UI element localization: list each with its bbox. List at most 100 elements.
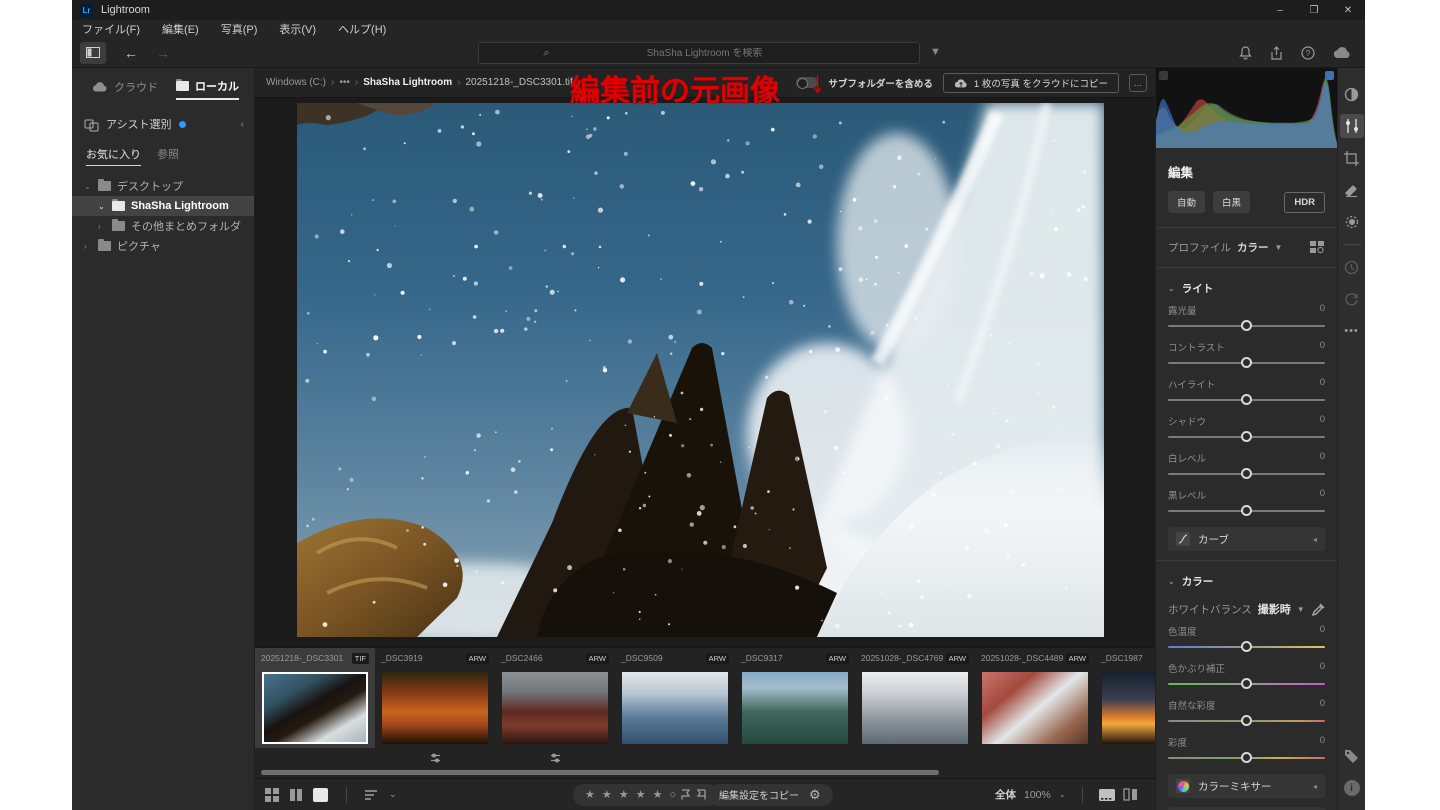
filmstrip-item[interactable]: _DSC3919ARW	[375, 648, 495, 748]
tab-browse[interactable]: 参照	[157, 146, 179, 166]
slider-knob[interactable]	[1241, 320, 1252, 331]
edit-button[interactable]	[1340, 114, 1364, 138]
eyedropper-icon[interactable]	[1312, 603, 1325, 616]
filmstrip-item[interactable]: _DSC9509ARW	[615, 648, 735, 748]
search-box[interactable]: ⌕	[478, 42, 920, 64]
thumbnail[interactable]	[622, 672, 728, 744]
flag-reject-icon[interactable]	[696, 789, 706, 800]
copy-to-cloud-button[interactable]: 1 枚の写真 をクラウドにコピー	[943, 73, 1119, 93]
chevron-down-icon[interactable]: ⌄	[84, 182, 92, 191]
healing-button[interactable]	[1340, 178, 1364, 202]
chevron-down-icon[interactable]: ⌄	[98, 202, 106, 211]
chevron-right-icon[interactable]: ›	[98, 222, 106, 231]
back-button[interactable]: ←	[124, 45, 138, 61]
cloud-sync-icon[interactable]	[1333, 47, 1351, 59]
filmstrip-item[interactable]: 20251028-_DSC4769ARW	[855, 648, 975, 748]
tree-item-pictures[interactable]: › ピクチャ	[72, 236, 254, 256]
chevron-down-icon[interactable]: ⌄	[389, 789, 397, 800]
color-label-circle-icon[interactable]: ○	[670, 789, 677, 801]
slider-knob[interactable]	[1241, 678, 1252, 689]
browse-profiles-icon[interactable]	[1310, 241, 1325, 254]
chevron-down-icon[interactable]: ⌄	[1168, 284, 1175, 293]
histogram[interactable]	[1156, 68, 1337, 148]
chevron-right-icon[interactable]: ›	[84, 242, 92, 251]
breadcrumb-ellipsis[interactable]: •••	[339, 77, 350, 88]
profile-value[interactable]: カラー	[1237, 240, 1269, 255]
filmstrip-toggle-icon[interactable]	[1099, 789, 1115, 801]
filter-icon[interactable]: ▼	[930, 46, 941, 58]
curve-row[interactable]: カーブ ◂	[1168, 527, 1325, 551]
tree-item-shasha-lightroom[interactable]: ⌄ ShaSha Lightroom	[72, 196, 254, 216]
versions-button[interactable]	[1340, 287, 1364, 311]
search-input[interactable]	[555, 48, 855, 59]
assist-culling-row[interactable]: アシスト選別 ‹	[72, 106, 254, 140]
tree-item-desktop[interactable]: ⌄ デスクトップ	[72, 176, 254, 196]
more-options-button[interactable]: …	[1129, 74, 1147, 92]
thumbnail[interactable]	[502, 672, 608, 744]
more-tools-button[interactable]: •••	[1340, 319, 1364, 343]
menu-edit[interactable]: 編集(E)	[162, 21, 199, 37]
chevron-down-icon[interactable]: ▼	[1297, 605, 1305, 614]
close-button[interactable]: ✕	[1331, 0, 1365, 20]
breadcrumb-folder[interactable]: ShaSha Lightroom	[363, 77, 452, 88]
slider-knob[interactable]	[1241, 505, 1252, 516]
thumbnail[interactable]	[262, 672, 368, 744]
slider-knob[interactable]	[1241, 357, 1252, 368]
thumbnail[interactable]	[382, 672, 488, 744]
gear-icon[interactable]: ⚙	[809, 787, 821, 803]
expand-arrow-icon[interactable]: ◂	[1313, 782, 1317, 791]
detail-view-icon[interactable]	[313, 788, 328, 802]
chevron-down-icon[interactable]: ▼	[1275, 243, 1283, 252]
minimize-button[interactable]: –	[1263, 0, 1297, 20]
history-button[interactable]	[1340, 255, 1364, 279]
info-button[interactable]: i	[1340, 776, 1364, 800]
breadcrumb-root[interactable]: Windows (C:)	[266, 77, 326, 88]
collapse-sidebar-icon[interactable]: ‹	[241, 119, 244, 130]
sort-icon[interactable]	[365, 789, 379, 801]
filmstrip-item[interactable]: 20251028-_DSC4489ARW	[975, 648, 1095, 748]
keywords-button[interactable]	[1340, 744, 1364, 768]
forward-button[interactable]: →	[156, 45, 170, 61]
auto-button[interactable]: 自動	[1168, 191, 1205, 213]
black-white-button[interactable]: 白黒	[1213, 191, 1250, 213]
main-photo[interactable]	[297, 103, 1104, 637]
presets-button[interactable]	[1340, 82, 1364, 106]
grid-view-icon[interactable]	[265, 788, 279, 802]
slider-knob[interactable]	[1241, 715, 1252, 726]
filmstrip-item[interactable]: 20251218-_DSC3301TIF	[255, 648, 375, 748]
thumbnail[interactable]	[982, 672, 1088, 744]
copy-edit-settings-button[interactable]: 編集設定をコピー ⚙	[707, 784, 833, 806]
filmstrip-item[interactable]: _DSC2466ARW	[495, 648, 615, 748]
menu-help[interactable]: ヘルプ(H)	[338, 21, 386, 37]
square-grid-view-icon[interactable]	[289, 788, 303, 802]
tab-local[interactable]: ローカル	[176, 78, 239, 100]
zoom-fit-label[interactable]: 全体	[995, 787, 1016, 802]
hdr-button[interactable]: HDR	[1284, 192, 1325, 213]
panel-toggle-button[interactable]	[80, 42, 106, 64]
color-mixer-row[interactable]: カラーミキサー ◂	[1168, 774, 1325, 798]
share-icon[interactable]	[1270, 46, 1283, 60]
zoom-level-value[interactable]: 100%	[1024, 789, 1051, 801]
expand-arrow-icon[interactable]: ◂	[1313, 535, 1317, 544]
filmstrip-item[interactable]: _DSC9317ARW	[735, 648, 855, 748]
chevron-down-icon[interactable]: ⌄	[1059, 790, 1066, 799]
slider-knob[interactable]	[1241, 468, 1252, 479]
crop-button[interactable]	[1340, 146, 1364, 170]
highlight-clipping-indicator[interactable]	[1325, 71, 1334, 80]
chevron-down-icon[interactable]: ⌄	[1168, 577, 1175, 586]
breadcrumb-file[interactable]: 20251218-_DSC3301.tif	[465, 77, 572, 88]
help-icon[interactable]: ?	[1301, 46, 1315, 60]
thumbnail[interactable]	[862, 672, 968, 744]
menu-view[interactable]: 表示(V)	[279, 21, 316, 37]
slider-knob[interactable]	[1241, 641, 1252, 652]
flag-pick-icon[interactable]	[681, 789, 691, 800]
star-rating[interactable]: ★ ★ ★ ★ ★	[585, 788, 665, 801]
shadow-clipping-indicator[interactable]	[1159, 71, 1168, 80]
tab-cloud[interactable]: クラウド	[92, 79, 158, 99]
slider-knob[interactable]	[1241, 752, 1252, 763]
slider-knob[interactable]	[1241, 431, 1252, 442]
menu-photo[interactable]: 写真(P)	[221, 21, 258, 37]
before-after-compare-icon[interactable]	[1123, 788, 1138, 801]
menu-file[interactable]: ファイル(F)	[82, 21, 140, 37]
maximize-button[interactable]: ❐	[1297, 0, 1331, 20]
